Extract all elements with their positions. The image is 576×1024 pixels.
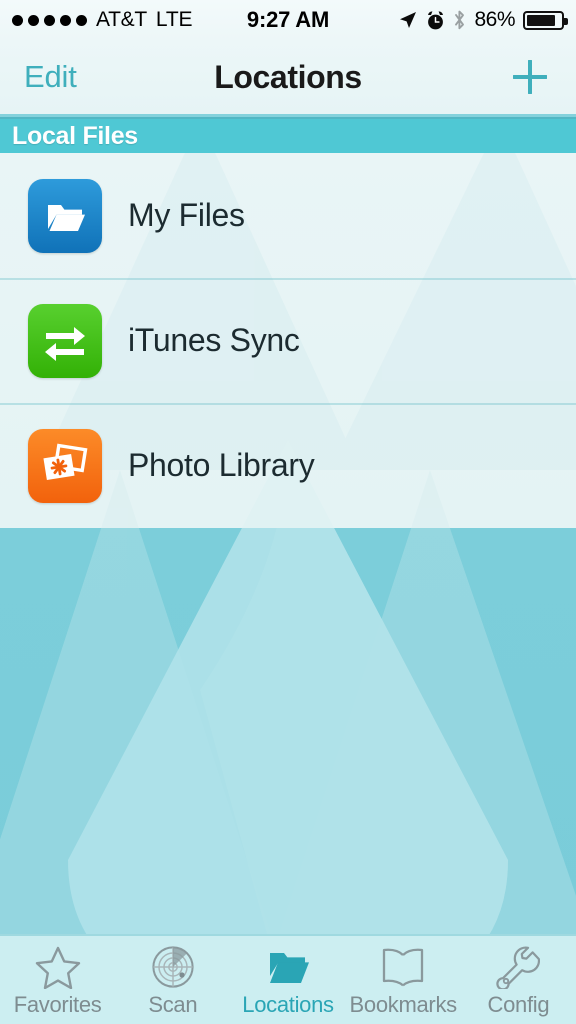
radar-icon xyxy=(151,944,195,990)
list-item[interactable]: Photo Library xyxy=(0,403,576,528)
tab-bar: Favorites Scan Locations Bookmarks Confi… xyxy=(0,934,576,1024)
status-right: 86% xyxy=(398,8,568,32)
battery-icon xyxy=(523,10,568,30)
section-header-local-files: Local Files xyxy=(0,117,576,153)
list-item-label: Photo Library xyxy=(128,447,315,483)
tab-label: Scan xyxy=(148,992,198,1017)
location-arrow-icon xyxy=(400,12,417,28)
bluetooth-icon xyxy=(455,10,465,30)
navigation-bar: Edit Locations xyxy=(0,40,576,114)
book-icon xyxy=(380,944,426,990)
tab-bookmarks[interactable]: Bookmarks xyxy=(346,936,461,1024)
list-item[interactable]: iTunes Sync xyxy=(0,278,576,403)
status-bar: AT&T LTE 9:27 AM 86% xyxy=(0,0,576,40)
folder-icon xyxy=(28,178,102,253)
tab-config[interactable]: Config xyxy=(461,936,576,1024)
folder-icon xyxy=(265,944,311,990)
tab-label: Locations xyxy=(242,992,334,1017)
tab-label: Favorites xyxy=(13,992,102,1017)
list-item-label: My Files xyxy=(128,197,245,233)
tab-favorites[interactable]: Favorites xyxy=(0,936,115,1024)
tab-label: Bookmarks xyxy=(349,992,458,1017)
tab-scan[interactable]: Scan xyxy=(115,936,230,1024)
wrench-icon xyxy=(496,944,541,990)
list-item-label: iTunes Sync xyxy=(128,322,300,358)
battery-percent-label: 86% xyxy=(474,8,515,31)
tab-label: Config xyxy=(487,992,550,1017)
edit-button[interactable]: Edit xyxy=(16,55,85,99)
sync-arrows-icon xyxy=(28,303,102,378)
alarm-clock-icon xyxy=(428,10,444,29)
star-icon xyxy=(35,944,81,990)
section-header-label: Local Files xyxy=(12,121,138,150)
page-title: Locations xyxy=(214,58,362,95)
photos-icon xyxy=(28,428,102,503)
plus-icon xyxy=(513,60,547,94)
tab-locations[interactable]: Locations xyxy=(230,936,345,1024)
locations-list: My Files iTunes Sync Photo Library xyxy=(0,153,576,528)
app-screen: AT&T LTE 9:27 AM 86% Edit Locations Loca… xyxy=(0,0,576,1024)
add-location-button[interactable] xyxy=(506,53,554,101)
list-item[interactable]: My Files xyxy=(0,153,576,278)
